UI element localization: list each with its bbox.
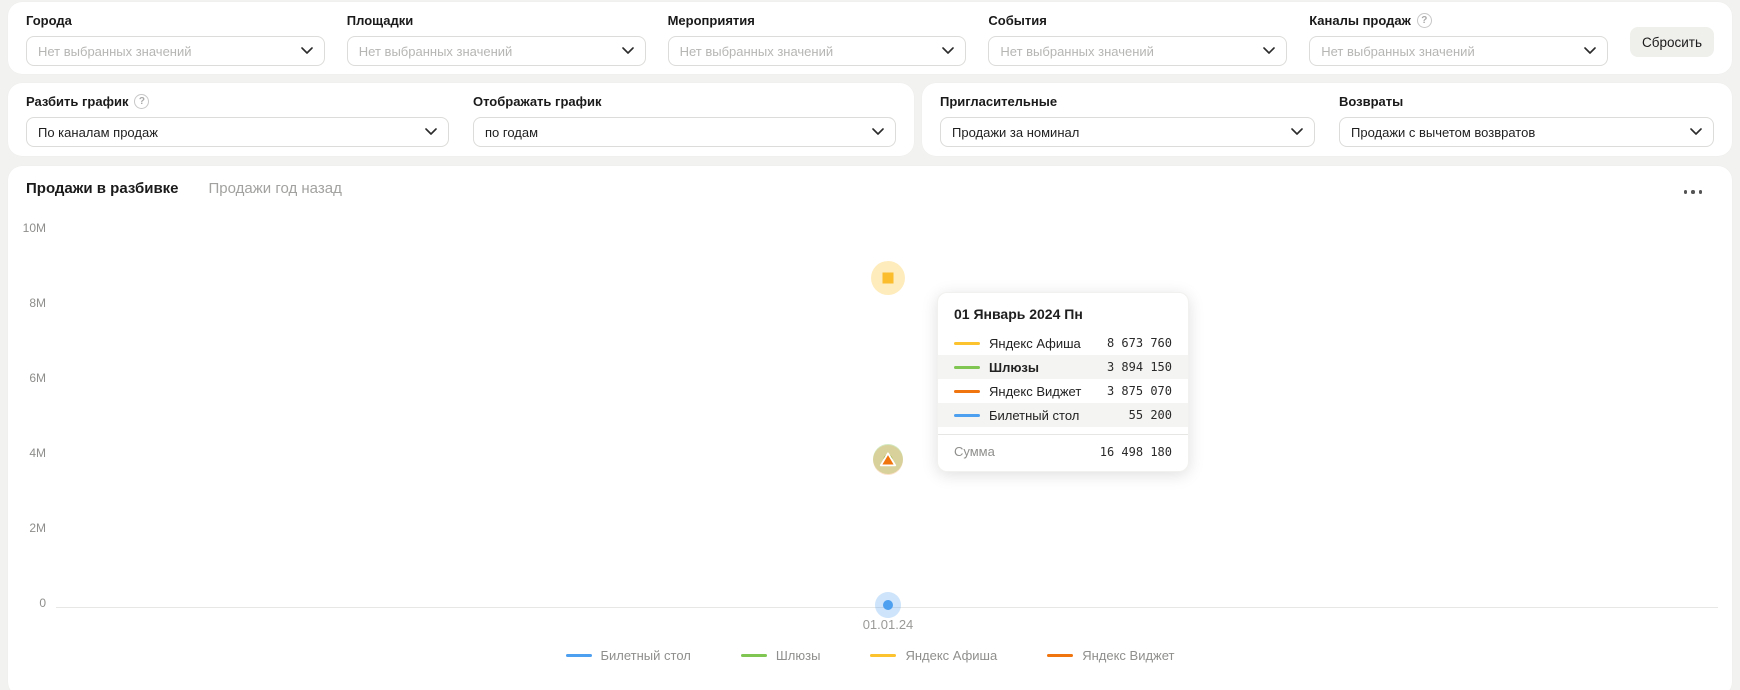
filters-bar: Города Площадки Мероприятия События: [8, 2, 1732, 74]
tooltip-total-value: 16 498 180: [1099, 444, 1172, 459]
filter-sessions-select[interactable]: [988, 36, 1288, 66]
y-axis-tick: 10M: [22, 221, 46, 235]
x-axis-tick-label: 01.01.24: [862, 617, 914, 632]
display-chart-value[interactable]: [485, 124, 864, 140]
legend-item-gateways[interactable]: Шлюзы: [740, 648, 820, 663]
chevron-down-icon: [872, 128, 884, 136]
series-dash-icon: [954, 389, 980, 393]
y-axis-tick: 4M: [29, 446, 46, 460]
chart-options-card: Разбить график ? Отображать график: [8, 83, 914, 156]
chevron-down-icon: [1584, 47, 1596, 55]
filter-venues-input[interactable]: [358, 43, 614, 59]
invitations-group: Пригласительные: [940, 93, 1315, 147]
filter-sales-channels-input[interactable]: [1321, 43, 1576, 59]
tooltip-row: Яндекс Афиша 8 673 760: [938, 331, 1188, 355]
display-chart-group: Отображать график: [473, 93, 896, 147]
tooltip-rows: Яндекс Афиша 8 673 760 Шлюзы 3 894 150 Я…: [938, 331, 1188, 427]
chart-card: Продажи в разбивке Продажи год назад 10M…: [8, 166, 1732, 690]
chart-tooltip: 01 Январь 2024 Пн Яндекс Афиша 8 673 760…: [937, 292, 1189, 472]
filter-cities-label: Города: [26, 12, 72, 28]
plot-area: 10M 8M 6M 4M 2M 0 01.01.24 01 Январь 202…: [8, 166, 1732, 690]
series-dash-icon: [740, 654, 767, 657]
tooltip-row: Шлюзы 3 894 150: [938, 355, 1188, 379]
tooltip-row: Яндекс Виджет 3 875 070: [938, 379, 1188, 403]
chevron-down-icon: [1291, 128, 1303, 136]
filter-sessions-label: События: [988, 12, 1047, 28]
series-dash-icon: [954, 365, 980, 369]
series-dash-icon: [1047, 654, 1074, 657]
y-axis-tick: 6M: [29, 371, 46, 385]
split-chart-select[interactable]: [26, 117, 449, 147]
refunds-select[interactable]: [1339, 117, 1714, 147]
series-dash-icon: [565, 654, 592, 657]
chevron-down-icon: [942, 47, 955, 55]
filter-cities-select[interactable]: [26, 36, 325, 66]
refunds-value[interactable]: [1351, 124, 1682, 140]
y-axis-tick: 0: [39, 596, 46, 610]
filter-venues: Площадки: [346, 12, 646, 66]
y-axis-tick: 8M: [29, 296, 46, 310]
refunds-label: Возвраты: [1339, 93, 1404, 109]
chevron-down-icon: [300, 47, 313, 55]
filter-sessions-input[interactable]: [1000, 43, 1256, 59]
reset-filters-button[interactable]: Сбросить: [1629, 27, 1714, 57]
filter-events-select[interactable]: [667, 36, 967, 66]
filter-sessions: События: [988, 12, 1288, 66]
split-chart-group: Разбить график ?: [26, 93, 449, 147]
filter-events-input[interactable]: [679, 43, 935, 59]
filter-cities-input[interactable]: [38, 43, 293, 59]
chart-legend: Билетный стол Шлюзы Яндекс Афиша Яндекс …: [8, 648, 1732, 663]
chevron-down-icon: [1263, 47, 1275, 55]
legend-item-yandex-widget[interactable]: Яндекс Виджет: [1047, 648, 1175, 663]
series-dash-icon: [954, 341, 980, 345]
invitations-select[interactable]: [940, 117, 1315, 147]
tooltip-total-row: Сумма 16 498 180: [938, 434, 1188, 471]
legend-item-ticket-desk[interactable]: Билетный стол: [565, 648, 691, 663]
display-chart-select[interactable]: [473, 117, 896, 147]
filter-venues-select[interactable]: [346, 36, 646, 66]
legend-item-yandex-afisha[interactable]: Яндекс Афиша: [870, 648, 997, 663]
filter-sales-channels-select[interactable]: [1309, 36, 1608, 66]
filter-venues-label: Площадки: [346, 12, 414, 28]
invitations-value[interactable]: [952, 124, 1283, 140]
chevron-down-icon: [621, 47, 634, 55]
chevron-down-icon: [425, 128, 437, 136]
display-chart-label: Отображать график: [473, 93, 602, 109]
help-icon[interactable]: ?: [1416, 12, 1432, 28]
split-chart-value[interactable]: [38, 124, 417, 140]
sales-options-card: Пригласительные Возвраты: [922, 83, 1732, 156]
split-chart-label: Разбить график: [26, 93, 129, 109]
series-dash-icon: [870, 654, 897, 657]
series-dash-icon: [954, 413, 980, 417]
filter-sales-channels: Каналы продаж ?: [1309, 12, 1608, 66]
tooltip-date: 01 Январь 2024 Пн: [954, 306, 1083, 322]
refunds-group: Возвраты: [1339, 93, 1714, 147]
filter-events-label: Мероприятия: [667, 12, 755, 28]
filter-cities: Города: [26, 12, 325, 66]
chevron-down-icon: [1690, 128, 1702, 136]
filter-events: Мероприятия: [667, 12, 967, 66]
invitations-label: Пригласительные: [940, 93, 1058, 109]
tooltip-row: Билетный стол 55 200: [938, 403, 1188, 427]
y-axis-tick: 2M: [29, 521, 46, 535]
help-icon[interactable]: ?: [134, 93, 150, 109]
filter-sales-channels-label: Каналы продаж: [1309, 12, 1411, 28]
